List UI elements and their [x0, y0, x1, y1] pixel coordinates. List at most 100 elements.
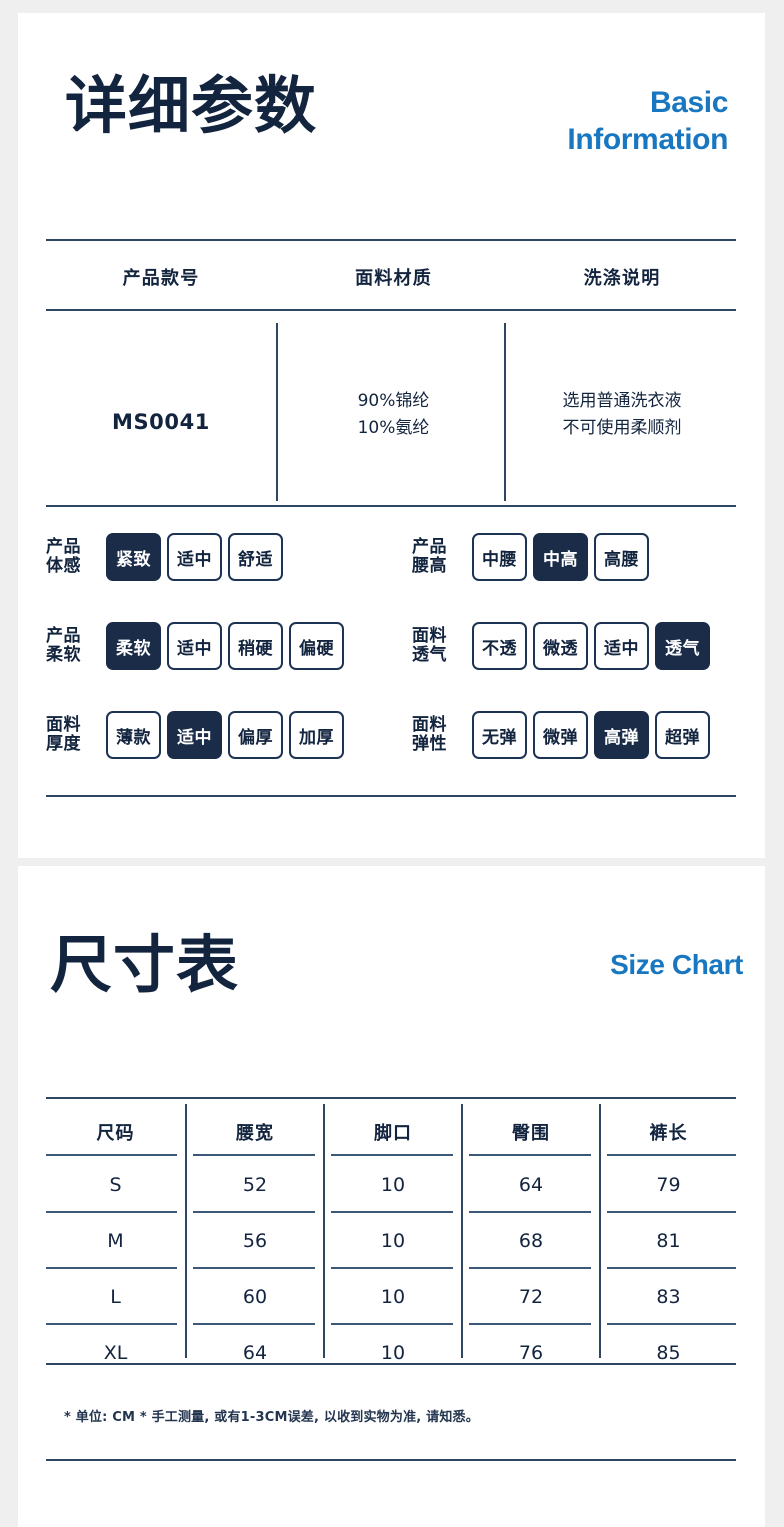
size-row-rule [193, 1211, 315, 1213]
size-cell: 10 [380, 1174, 406, 1196]
size-chart-title-cn: 尺寸表 [50, 928, 240, 1001]
basic-information-title-cn: 详细参数 [65, 69, 318, 142]
size-row-rule [46, 1267, 177, 1269]
size-row-rule [469, 1323, 591, 1325]
attribute-options-breathability: 不透 微透 适中 透气 [472, 622, 710, 670]
size-header-cell: 裤长 [649, 1123, 688, 1144]
attribute-option[interactable]: 高腰 [594, 533, 649, 581]
attribute-option[interactable]: 适中 [167, 622, 222, 670]
size-row-rule [331, 1211, 453, 1213]
size-row-rule [607, 1154, 736, 1156]
size-row-rule [469, 1211, 591, 1213]
size-row-rule [193, 1267, 315, 1269]
size-cell: M [107, 1230, 124, 1252]
attribute-label-softness: 产品 柔软 [46, 625, 81, 665]
size-chart-header: 尺寸表 Size Chart [18, 866, 765, 996]
attribute-option[interactable]: 中腰 [472, 533, 527, 581]
size-cell: 83 [656, 1286, 681, 1308]
size-row-rule [46, 1323, 177, 1325]
attribute-option[interactable]: 加厚 [289, 711, 344, 759]
spec-header-fabric: 面料材质 [355, 268, 432, 289]
attribute-option[interactable]: 无弹 [472, 711, 527, 759]
size-row-rule [607, 1323, 736, 1325]
attribute-options-thickness: 薄款 适中 偏厚 加厚 [106, 711, 344, 759]
attribute-option[interactable]: 稍硬 [228, 622, 283, 670]
attribute-option[interactable]: 舒适 [228, 533, 283, 581]
attribute-option[interactable]: 薄款 [106, 711, 161, 759]
attribute-label-waist-height: 产品 腰高 [412, 536, 447, 576]
basic-card-bottom-rule [46, 795, 736, 797]
size-row-rule [193, 1323, 315, 1325]
size-cell: 72 [518, 1286, 544, 1308]
spec-table-bottom-rule [46, 505, 736, 507]
attribute-options-waist-height: 中腰 中高 高腰 [472, 533, 649, 581]
size-cell: 10 [380, 1286, 406, 1308]
size-cell: 10 [380, 1230, 406, 1252]
attribute-row-breathability: 面料 透气 不透 微透 适中 透气 [412, 622, 710, 670]
size-header-cell: 脚口 [374, 1123, 412, 1144]
size-cell: 85 [656, 1342, 681, 1364]
attribute-option[interactable]: 偏厚 [228, 711, 283, 759]
size-cell: L [110, 1286, 121, 1308]
attribute-row-softness: 产品 柔软 柔软 适中 稍硬 偏硬 [46, 622, 344, 670]
spec-value-wash: 选用普通洗衣液 不可使用柔顺剂 [562, 391, 682, 439]
attribute-label-breathability: 面料 透气 [412, 625, 447, 665]
spec-value-fabric: 90%锦纶 10%氨纶 [357, 391, 430, 439]
attribute-option[interactable]: 微透 [533, 622, 588, 670]
size-cell: 76 [518, 1342, 544, 1364]
size-row-rule [331, 1267, 453, 1269]
basic-information-card: 详细参数 Basic Information 产品款号 面料材质 洗涤说明 MS… [18, 13, 765, 858]
size-header-cell: 尺码 [96, 1123, 135, 1144]
spec-divider-1 [276, 323, 278, 501]
size-chart-card: 尺寸表 Size Chart 尺码 腰宽 脚口 臀围 裤长 S 52 10 64… [18, 866, 765, 1527]
attribute-row-thickness: 面料 厚度 薄款 适中 偏厚 加厚 [46, 711, 344, 759]
size-row-rule [607, 1267, 736, 1269]
size-row-rule [469, 1154, 591, 1156]
attribute-option[interactable]: 微弹 [533, 711, 588, 759]
size-row-rule [469, 1267, 591, 1269]
size-card-bottom-rule [46, 1459, 736, 1461]
attribute-row-elasticity: 面料 弹性 无弹 微弹 高弹 超弹 [412, 711, 710, 759]
size-table-top-rule [46, 1097, 736, 1099]
attribute-label-elasticity: 面料 弹性 [412, 714, 447, 754]
attribute-option[interactable]: 高弹 [594, 711, 649, 759]
size-cell: 64 [518, 1174, 544, 1196]
size-cell: 79 [656, 1174, 681, 1196]
attribute-option[interactable]: 中高 [533, 533, 588, 581]
spec-header-style-no: 产品款号 [122, 268, 200, 289]
size-cell: S [109, 1174, 122, 1196]
size-chart-title-en: Size Chart [610, 949, 743, 980]
attribute-options-softness: 柔软 适中 稍硬 偏硬 [106, 622, 344, 670]
size-cell: XL [103, 1342, 128, 1364]
attribute-option[interactable]: 不透 [472, 622, 527, 670]
spec-table-header-rule [46, 309, 736, 311]
size-cell: 64 [242, 1342, 268, 1364]
attribute-option[interactable]: 适中 [167, 533, 222, 581]
attribute-option[interactable]: 偏硬 [289, 622, 344, 670]
attribute-option[interactable]: 适中 [594, 622, 649, 670]
attribute-row-body-feel: 产品 体感 紧致 适中 舒适 [46, 533, 283, 581]
attribute-option[interactable]: 紧致 [106, 533, 161, 581]
attribute-option[interactable]: 适中 [167, 711, 222, 759]
spec-header-wash: 洗涤说明 [583, 268, 661, 289]
size-row-rule [46, 1211, 177, 1213]
attribute-label-body-feel: 产品 体感 [46, 536, 81, 576]
size-row-rule [331, 1154, 453, 1156]
spec-table-top-rule [46, 239, 736, 241]
size-cell: 10 [380, 1342, 406, 1364]
basic-information-title-en: Basic Information [567, 86, 728, 156]
attribute-row-waist-height: 产品 腰高 中腰 中高 高腰 [412, 533, 649, 581]
spec-value-style-no: MS0041 [111, 410, 211, 434]
attribute-label-thickness: 面料 厚度 [46, 714, 81, 754]
size-row-rule [607, 1211, 736, 1213]
attribute-options-elasticity: 无弹 微弹 高弹 超弹 [472, 711, 710, 759]
attribute-option[interactable]: 超弹 [655, 711, 710, 759]
attribute-option[interactable]: 柔软 [106, 622, 161, 670]
size-cell: 52 [242, 1174, 268, 1196]
size-row-rule [46, 1154, 177, 1156]
attribute-option[interactable]: 透气 [655, 622, 710, 670]
size-row-rule [331, 1323, 453, 1325]
size-row-rule [193, 1154, 315, 1156]
attribute-options-body-feel: 紧致 适中 舒适 [106, 533, 283, 581]
size-cell: 68 [518, 1230, 544, 1252]
